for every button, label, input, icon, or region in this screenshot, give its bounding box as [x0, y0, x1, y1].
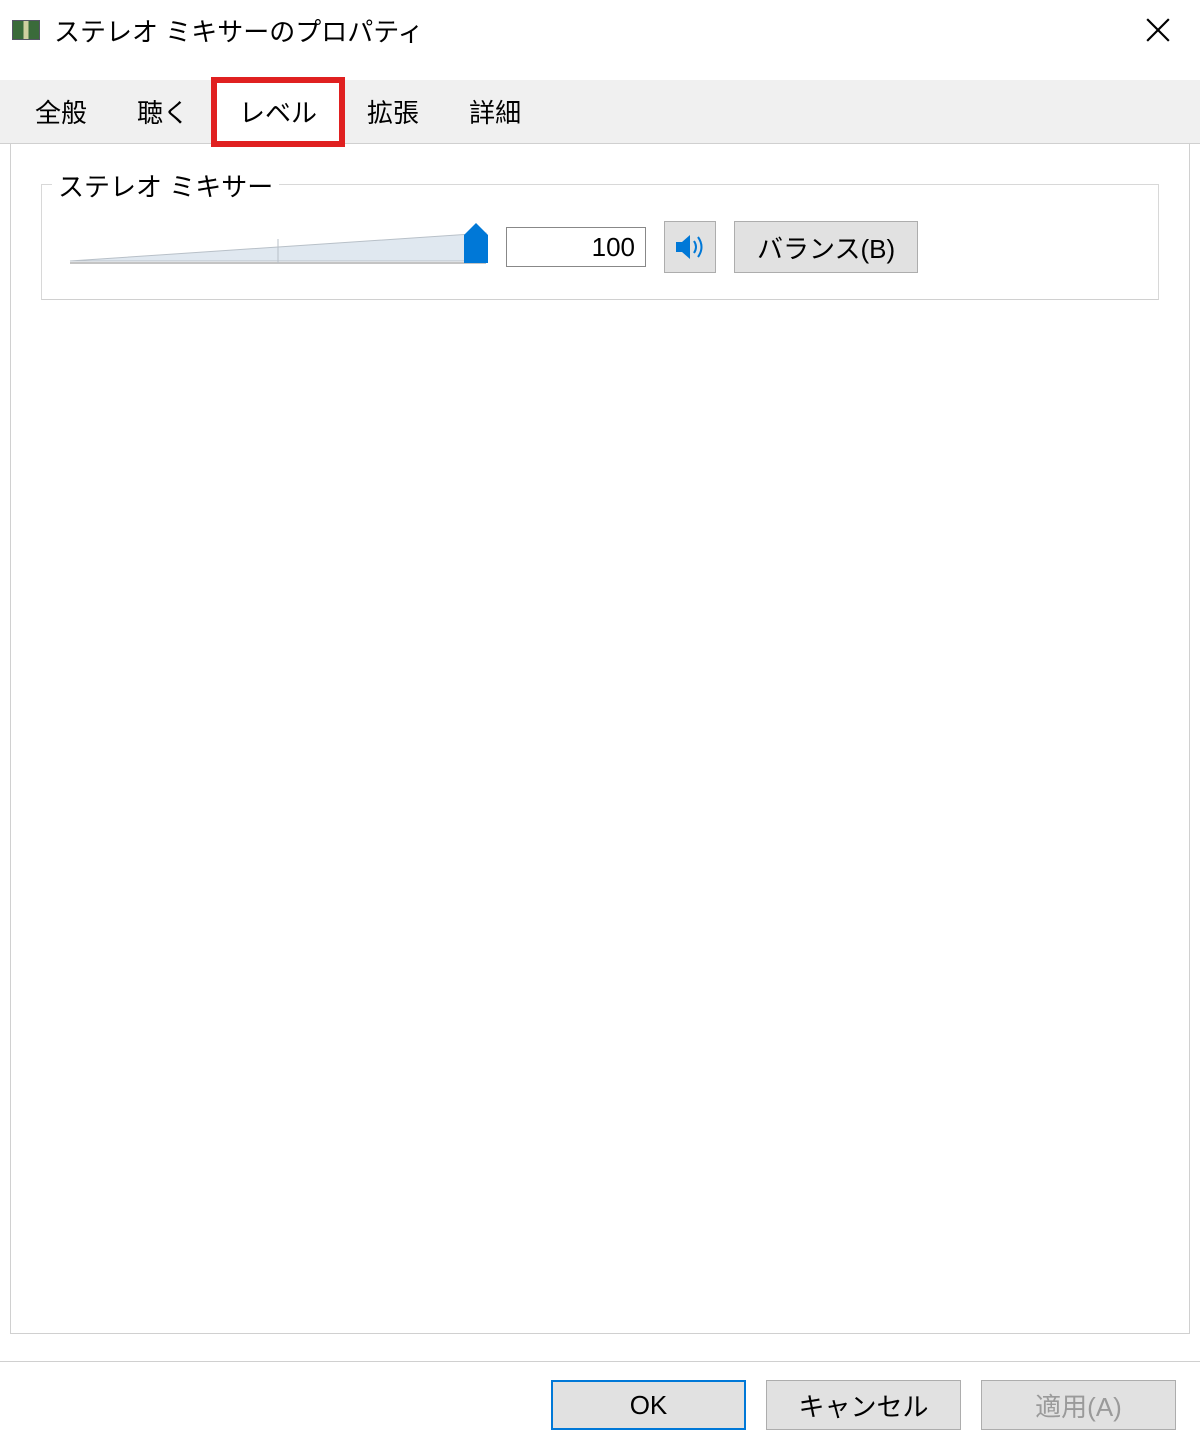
close-icon	[1145, 17, 1171, 43]
titlebar: ステレオ ミキサーのプロパティ	[0, 0, 1200, 60]
volume-value-input[interactable]	[506, 227, 646, 267]
volume-row: バランス(B)	[68, 221, 1132, 273]
ok-button[interactable]: OK	[551, 1380, 746, 1430]
stereo-mixer-group: ステレオ ミキサー バランス(B)	[41, 184, 1159, 300]
group-label: ステレオ ミキサー	[52, 167, 279, 204]
window-title: ステレオ ミキサーのプロパティ	[54, 12, 1128, 49]
tab-levels[interactable]: レベル	[214, 80, 342, 144]
tab-general[interactable]: 全般	[10, 80, 112, 143]
cancel-button[interactable]: キャンセル	[766, 1380, 961, 1430]
slider-track-icon	[68, 229, 488, 269]
dialog-footer: OK キャンセル 適用(A)	[0, 1361, 1200, 1448]
tab-advanced[interactable]: 詳細	[444, 80, 546, 143]
mute-button[interactable]	[664, 221, 716, 273]
tab-enhancements[interactable]: 拡張	[342, 80, 444, 143]
speaker-icon	[674, 231, 706, 263]
tab-bar: 全般 聴く レベル 拡張 詳細	[0, 80, 1200, 144]
balance-button[interactable]: バランス(B)	[734, 221, 918, 273]
app-icon	[12, 20, 40, 40]
tab-listen[interactable]: 聴く	[112, 80, 214, 143]
close-button[interactable]	[1128, 0, 1188, 60]
apply-button: 適用(A)	[981, 1380, 1176, 1430]
volume-slider[interactable]	[68, 225, 488, 269]
tab-content: ステレオ ミキサー バランス(B)	[10, 144, 1190, 1334]
